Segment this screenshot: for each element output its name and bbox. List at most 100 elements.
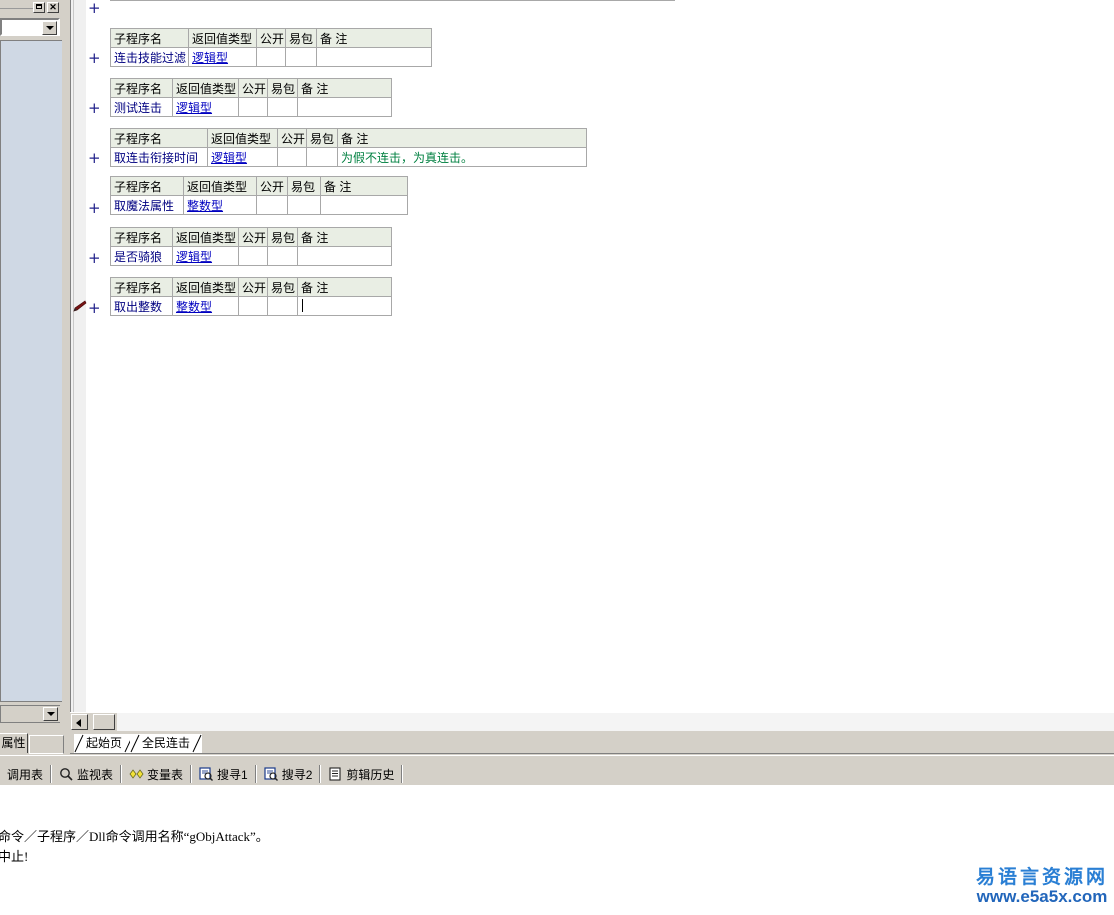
bottom-tab-5[interactable]: 搜寻2: [257, 764, 320, 784]
cell-return-type[interactable]: 逻辑型: [207, 147, 278, 167]
expand-toggle-icon[interactable]: +: [88, 51, 101, 66]
cell-remark[interactable]: [320, 195, 408, 215]
cell-return-type[interactable]: 整数型: [183, 195, 257, 215]
cell-public[interactable]: [238, 246, 268, 266]
expand-toggle-icon[interactable]: +: [88, 201, 101, 216]
tabbar-underline: [70, 753, 1114, 754]
header-cell-public: 公开: [238, 227, 268, 247]
cell-package[interactable]: [267, 296, 298, 316]
property-list[interactable]: [0, 40, 62, 702]
cell-return-type[interactable]: 整数型: [180, 0, 247, 1]
subroutine-table[interactable]: 子程序名 返回值类型 公开 易包备 注测试连击 逻辑型: [110, 78, 392, 117]
cell-subroutine-name[interactable]: 取连击衔接时间: [110, 147, 208, 167]
header-cell-public: 公开: [238, 78, 268, 98]
cell-public[interactable]: [246, 0, 277, 1]
scrollbar-thumb[interactable]: [93, 714, 115, 730]
bottom-tab-label: 监视表: [77, 767, 114, 782]
cell-return-type[interactable]: 逻辑型: [172, 246, 239, 266]
close-button[interactable]: ✕: [47, 2, 59, 13]
property-panel-titlebar: ✕: [0, 0, 70, 14]
bottom-tab-2[interactable]: 监视表: [52, 764, 120, 784]
cell-return-type[interactable]: 整数型: [172, 296, 239, 316]
bottom-tab-1[interactable]: 调用表: [0, 764, 50, 784]
subroutine-table[interactable]: 子程序名 返回值类型 公开 易包备 注是否骑狼 逻辑型: [110, 227, 392, 266]
cell-remark[interactable]: 为假不连击，为真连击。: [337, 147, 587, 167]
cell-package[interactable]: [276, 0, 309, 1]
chevron-down-icon-bottom[interactable]: [43, 707, 58, 721]
cell-remark[interactable]: [297, 246, 392, 266]
subroutine-table-header: 子程序名 返回值类型 公开 易包备 注: [110, 176, 408, 196]
header-cell-return-type: 返回值类型: [188, 28, 257, 48]
maximize-button[interactable]: [33, 2, 45, 13]
cell-subroutine-name[interactable]: 取出整数: [110, 296, 173, 316]
document-tab[interactable]: 起始页: [74, 734, 135, 753]
cell-package[interactable]: [287, 195, 321, 215]
header-cell-remark: 备 注: [297, 277, 392, 297]
subroutine-row[interactable]: 取出整数 整数型: [110, 296, 392, 316]
cell-subroutine-name[interactable]: 全民连击: [110, 0, 181, 1]
cell-package[interactable]: [267, 97, 298, 117]
cell-public[interactable]: [238, 97, 268, 117]
cell-remark[interactable]: [297, 97, 392, 117]
subroutine-row[interactable]: 取连击衔接时间 逻辑型 为假不连击，为真连击。: [110, 147, 587, 167]
property-panel: ✕: [0, 0, 70, 733]
cell-subroutine-name[interactable]: 取魔法属性: [110, 195, 184, 215]
gutter-divider: [73, 0, 74, 712]
code-editor-area[interactable]: 全民连击整数型调用EXE程序CALL子程序名返回值类型公开易包备 注连击技能过滤…: [70, 0, 1114, 712]
scroll-left-button[interactable]: [71, 714, 88, 730]
cell-remark[interactable]: [316, 47, 432, 67]
subroutine-table[interactable]: 全民连击整数型 调用EXE程序CALL: [110, 0, 675, 1]
cell-subroutine-name[interactable]: 连击技能过滤: [110, 47, 189, 67]
chevron-down-icon[interactable]: [42, 21, 57, 35]
cell-return-type[interactable]: 逻辑型: [172, 97, 239, 117]
expand-toggle-icon[interactable]: +: [88, 151, 101, 166]
header-cell-return-type: 返回值类型: [172, 78, 239, 98]
property-object-select[interactable]: [0, 18, 60, 36]
property-bottom-select[interactable]: [0, 705, 60, 723]
expand-toggle-icon[interactable]: +: [88, 101, 101, 116]
subroutine-table[interactable]: 子程序名 返回值类型 公开 易包备 注取魔法属性 整数型: [110, 176, 408, 215]
output-pane[interactable]: 命令／子程序／Dll命令调用名称“gObjAttack”。 中止! 易语言资源网…: [0, 786, 1114, 915]
subroutine-row[interactable]: 测试连击 逻辑型: [110, 97, 392, 117]
cell-public[interactable]: [256, 195, 288, 215]
subroutine-table-header: 子程序名 返回值类型 公开 易包备 注: [110, 78, 392, 98]
bottom-tab-6[interactable]: 剪辑历史: [321, 764, 401, 784]
cell-public[interactable]: [277, 147, 307, 167]
cell-remark[interactable]: [297, 296, 392, 316]
expand-toggle-icon[interactable]: +: [88, 251, 101, 266]
cell-package[interactable]: [285, 47, 317, 67]
cell-return-type[interactable]: 逻辑型: [188, 47, 257, 67]
tab-placeholder[interactable]: [29, 735, 64, 754]
scrollbar-track[interactable]: [117, 713, 1114, 731]
chevron-down-glyph-bottom: [46, 712, 55, 716]
cell-subroutine-name[interactable]: 是否骑狼: [110, 246, 173, 266]
bottom-tab-label: 搜寻2: [281, 767, 313, 782]
cell-public[interactable]: [256, 47, 286, 67]
cell-public[interactable]: [238, 296, 268, 316]
document-tab-active[interactable]: 全民连击: [130, 734, 203, 753]
bottom-tab-label: 调用表: [7, 767, 44, 782]
subroutine-table[interactable]: 子程序名 返回值类型 公开 易包备 注连击技能过滤 逻辑型: [110, 28, 432, 67]
subroutine-row[interactable]: 全民连击整数型 调用EXE程序CALL: [110, 0, 675, 1]
editor-horizontal-scrollbar[interactable]: [70, 712, 1114, 731]
subroutine-row[interactable]: 连击技能过滤 逻辑型: [110, 47, 432, 67]
bottom-tab-label: 剪辑历史: [346, 767, 395, 782]
cell-subroutine-name[interactable]: 测试连击: [110, 97, 173, 117]
expand-toggle-icon[interactable]: +: [88, 301, 101, 316]
bottom-tab-4[interactable]: 搜寻1: [192, 764, 255, 784]
bottom-tab-3[interactable]: 变量表: [122, 764, 190, 784]
header-cell-return-type: 返回值类型: [172, 277, 239, 297]
property-panel-tabbar: 属性: [0, 733, 70, 755]
cell-remark[interactable]: 调用EXE程序CALL: [308, 0, 675, 1]
subroutine-table-header: 子程序名 返回值类型 公开 易包备 注: [110, 277, 392, 297]
header-cell-name: 子程序名: [110, 78, 173, 98]
subroutine-table[interactable]: 子程序名 返回值类型 公开 易包备 注取出整数 整数型: [110, 277, 392, 316]
cell-package[interactable]: [267, 246, 298, 266]
subroutine-row[interactable]: 是否骑狼 逻辑型: [110, 246, 392, 266]
expand-toggle-icon[interactable]: +: [88, 1, 101, 16]
subroutine-row[interactable]: 取魔法属性 整数型: [110, 195, 408, 215]
subroutine-table[interactable]: 子程序名 返回值类型 公开 易包备 注取连击衔接时间 逻辑型 为假不连击，为真连击。: [110, 128, 587, 167]
cell-package[interactable]: [306, 147, 338, 167]
header-cell-package: 易包: [287, 176, 321, 196]
tab-properties[interactable]: 属性: [0, 733, 28, 753]
